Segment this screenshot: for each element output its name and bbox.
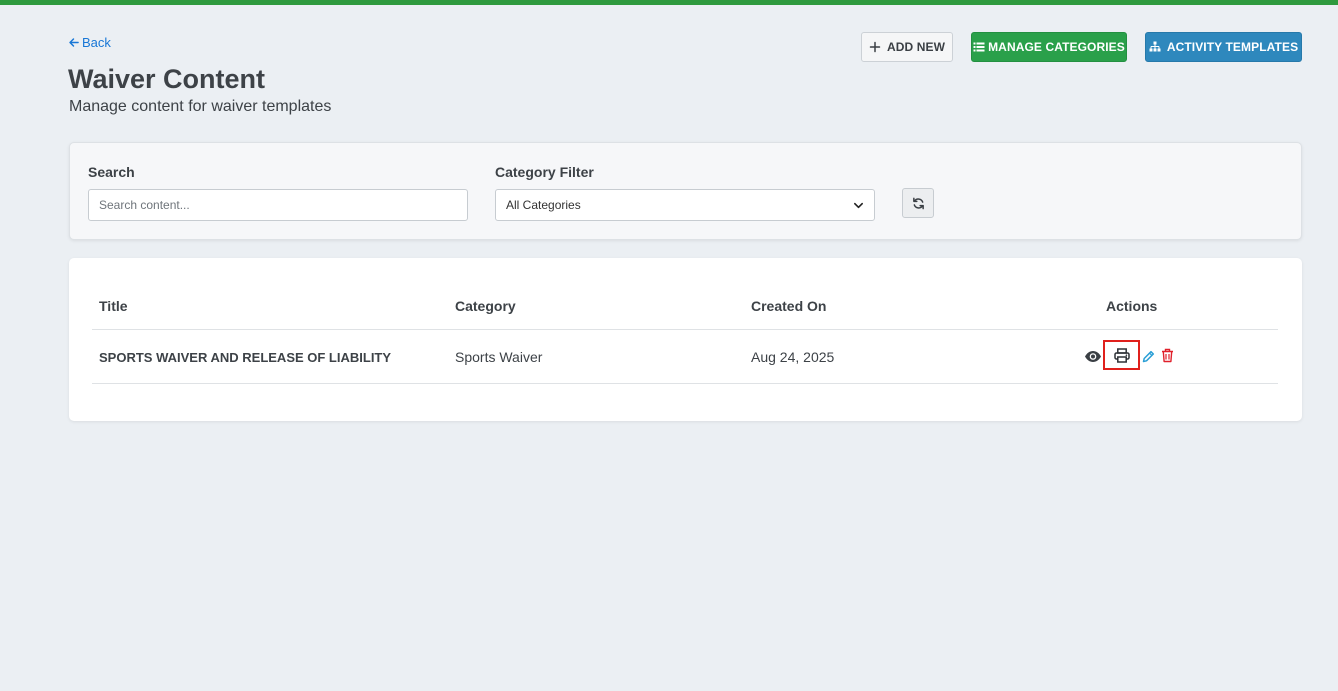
plus-icon <box>869 41 881 53</box>
activity-templates-label: ACTIVITY TEMPLATES <box>1166 40 1299 54</box>
delete-button[interactable] <box>1159 347 1175 364</box>
page-title: Waiver Content <box>68 64 266 94</box>
view-button[interactable] <box>1083 347 1103 365</box>
content-table: Title Category Created On Actions SPORTS… <box>69 258 1302 421</box>
page-subtitle: Manage content for waiver templates <box>69 98 332 115</box>
column-header-actions: Actions <box>1106 298 1158 314</box>
row-created-on: Aug 24, 2025 <box>751 349 835 365</box>
print-button[interactable] <box>1103 340 1140 370</box>
row-category: Sports Waiver <box>455 349 543 365</box>
top-accent-bar <box>0 0 1338 5</box>
manage-categories-label: MANAGE CATEGORIES <box>988 40 1125 54</box>
search-label: Search <box>88 164 135 180</box>
row-divider <box>92 383 1278 384</box>
pencil-icon <box>1142 350 1154 362</box>
print-icon <box>1113 347 1130 363</box>
header-divider <box>92 329 1278 330</box>
search-input[interactable] <box>88 189 468 221</box>
category-filter-label: Category Filter <box>495 164 594 180</box>
eye-icon <box>1085 350 1101 362</box>
manage-categories-button[interactable]: MANAGE CATEGORIES <box>971 32 1127 62</box>
column-header-created-on: Created On <box>751 298 827 314</box>
trash-icon <box>1161 348 1173 363</box>
add-new-button[interactable]: ADD NEW <box>861 32 953 62</box>
edit-button[interactable] <box>1140 348 1156 364</box>
category-filter-value: All Categories <box>506 198 581 212</box>
filter-panel: Search Category Filter All Categories <box>69 142 1302 240</box>
row-title: SPORTS WAIVER AND RELEASE OF LIABILITY <box>99 350 392 365</box>
back-link-label: Back <box>82 35 111 50</box>
arrow-left-icon <box>69 38 79 47</box>
list-icon <box>973 42 985 52</box>
activity-templates-button[interactable]: ACTIVITY TEMPLATES <box>1145 32 1302 62</box>
column-header-category: Category <box>455 298 516 314</box>
add-new-label: ADD NEW <box>886 40 946 54</box>
chevron-down-icon <box>854 202 863 208</box>
column-header-title: Title <box>99 298 128 314</box>
refresh-button[interactable] <box>902 188 934 218</box>
category-filter-select[interactable]: All Categories <box>495 189 875 221</box>
sitemap-icon <box>1149 41 1161 52</box>
back-link[interactable]: Back <box>68 35 111 50</box>
refresh-icon <box>912 197 924 209</box>
